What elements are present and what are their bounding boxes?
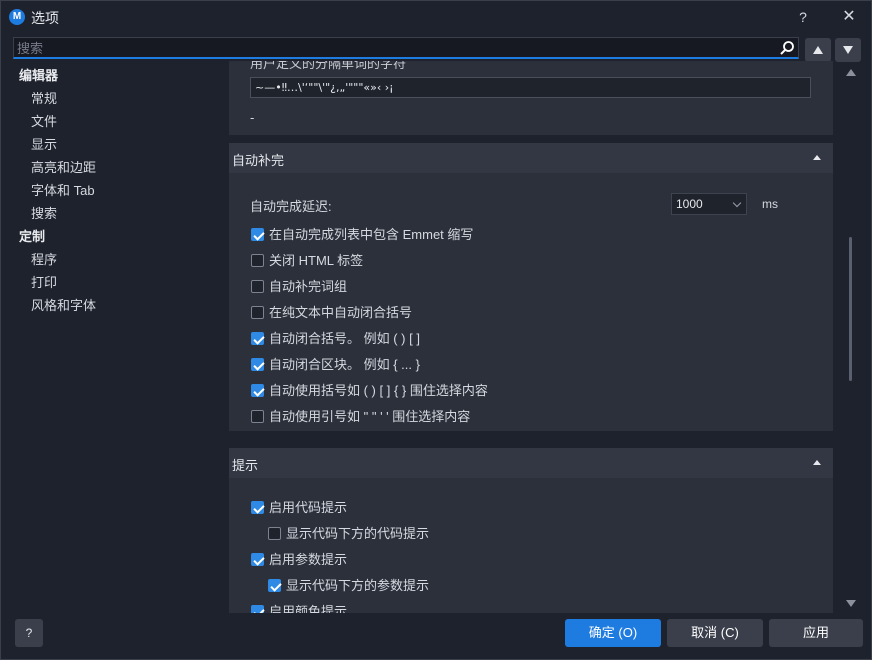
checkbox[interactable] — [251, 384, 264, 397]
sidebar-item-files[interactable]: 文件 — [31, 111, 57, 133]
hints-header[interactable]: 提示 — [229, 448, 833, 478]
ok-button[interactable]: 确定 (O) — [565, 619, 661, 647]
sidebar-tree: 编辑器 常规 文件 显示 高亮和边距 字体和 Tab 搜索 定制 程序 打印 风… — [13, 65, 225, 605]
apply-button[interactable]: 应用 — [769, 619, 863, 647]
option-label: 显示代码下方的参数提示 — [286, 578, 430, 593]
title-bar: M 选项 ? ✕ — [1, 1, 871, 33]
vertical-scrollbar[interactable] — [841, 63, 861, 611]
search-icon[interactable] — [779, 40, 795, 56]
option-label: 自动使用括号如 ( ) [ ] { } 围住选择内容 — [269, 383, 488, 398]
options-dialog: M 选项 ? ✕ 编辑器 常规 文件 显示 高亮和边距 字体和 Tab 搜索 定… — [0, 0, 872, 660]
search-input[interactable] — [17, 39, 777, 57]
checkbox[interactable] — [251, 228, 264, 241]
window-title: 选项 — [31, 10, 59, 26]
checkbox[interactable] — [251, 553, 264, 566]
option-label: 在自动完成列表中包含 Emmet 缩写 — [269, 227, 474, 242]
option-label: 启用代码提示 — [269, 500, 348, 515]
sidebar-item-highlight-margins[interactable]: 高亮和边距 — [31, 157, 96, 179]
separator-extra-value: - — [250, 110, 255, 125]
checkbox[interactable] — [251, 332, 264, 345]
chevron-down-icon — [732, 198, 742, 208]
arrow-down-icon — [843, 46, 853, 54]
option-label: 显示代码下方的代码提示 — [286, 526, 430, 541]
autocomplete-delay-unit: ms — [762, 197, 778, 211]
sidebar-item-programs[interactable]: 程序 — [31, 249, 57, 271]
scrollbar-thumb[interactable] — [849, 237, 852, 381]
search-box — [13, 37, 799, 59]
checkbox[interactable] — [268, 527, 281, 540]
collapse-icon[interactable] — [813, 460, 821, 465]
settings-content: 用户定义的分隔单词的字符 ~—•‼…\'‘""\'"¿,„'"""«»‹ ›¡ … — [229, 61, 833, 613]
checkbox[interactable] — [251, 605, 264, 613]
word-separator-panel: 用户定义的分隔单词的字符 ~—•‼…\'‘""\'"¿,„'"""«»‹ ›¡ … — [229, 61, 833, 135]
hints-title: 提示 — [232, 458, 259, 473]
sidebar-item-general[interactable]: 常规 — [31, 88, 57, 110]
title-help-button[interactable]: ? — [789, 6, 817, 28]
option-label: 自动闭合区块。 例如 { ... } — [269, 357, 420, 372]
cancel-button[interactable]: 取消 (C) — [667, 619, 763, 647]
option-label: 自动补完词组 — [269, 279, 348, 294]
scroll-up-icon[interactable] — [846, 69, 856, 76]
sidebar-item-styles-fonts[interactable]: 风格和字体 — [31, 295, 96, 317]
search-next-button[interactable] — [835, 38, 861, 62]
hints-panel: 提示 启用代码提示 显示代码下方的代码提示 启用参数提示 显示代码下方的参数提示 — [229, 448, 833, 613]
autocomplete-delay-select[interactable]: 1000 — [671, 193, 747, 215]
option-label: 关闭 HTML 标签 — [269, 253, 364, 268]
close-button[interactable]: ✕ — [835, 5, 863, 29]
checkbox[interactable] — [251, 501, 264, 514]
autocomplete-delay-value: 1000 — [676, 197, 703, 211]
autocomplete-title: 自动补完 — [232, 153, 285, 168]
option-label: 在纯文本中自动闭合括号 — [269, 305, 413, 320]
sidebar-item-display[interactable]: 显示 — [31, 134, 57, 156]
checkbox[interactable] — [251, 306, 264, 319]
collapse-icon[interactable] — [813, 155, 821, 160]
autocomplete-header[interactable]: 自动补完 — [229, 143, 833, 173]
sidebar-item-print[interactable]: 打印 — [31, 272, 57, 294]
checkbox[interactable] — [251, 254, 264, 267]
footer-help-button[interactable]: ? — [15, 619, 43, 647]
sidebar-item-font-tab[interactable]: 字体和 Tab — [31, 180, 95, 202]
checkbox[interactable] — [251, 358, 264, 371]
sidebar-item-search[interactable]: 搜索 — [31, 203, 57, 225]
checkbox[interactable] — [251, 410, 264, 423]
autocomplete-delay-label: 自动完成延迟: — [250, 199, 332, 214]
word-separator-field[interactable]: ~—•‼…\'‘""\'"¿,„'"""«»‹ ›¡ — [250, 77, 811, 98]
checkbox[interactable] — [268, 579, 281, 592]
arrow-up-icon — [813, 46, 823, 54]
checkbox[interactable] — [251, 280, 264, 293]
option-label: 启用参数提示 — [269, 552, 348, 567]
autocomplete-panel: 自动补完 自动完成延迟: 1000 ms 在自动完成列表中包含 Emmet 缩写… — [229, 143, 833, 431]
option-label: 启用颜色提示 — [269, 604, 348, 613]
sidebar-group-editor[interactable]: 编辑器 — [19, 65, 58, 87]
word-separator-label: 用户定义的分隔单词的字符 — [250, 61, 407, 71]
search-previous-button[interactable] — [805, 38, 831, 62]
app-logo-icon: M — [9, 9, 25, 25]
scroll-down-icon[interactable] — [846, 600, 856, 607]
sidebar-group-customize[interactable]: 定制 — [19, 226, 45, 248]
option-label: 自动使用引号如 " " ' ' 围住选择内容 — [269, 409, 471, 424]
option-label: 自动闭合括号。 例如 ( ) [ ] — [269, 331, 420, 346]
